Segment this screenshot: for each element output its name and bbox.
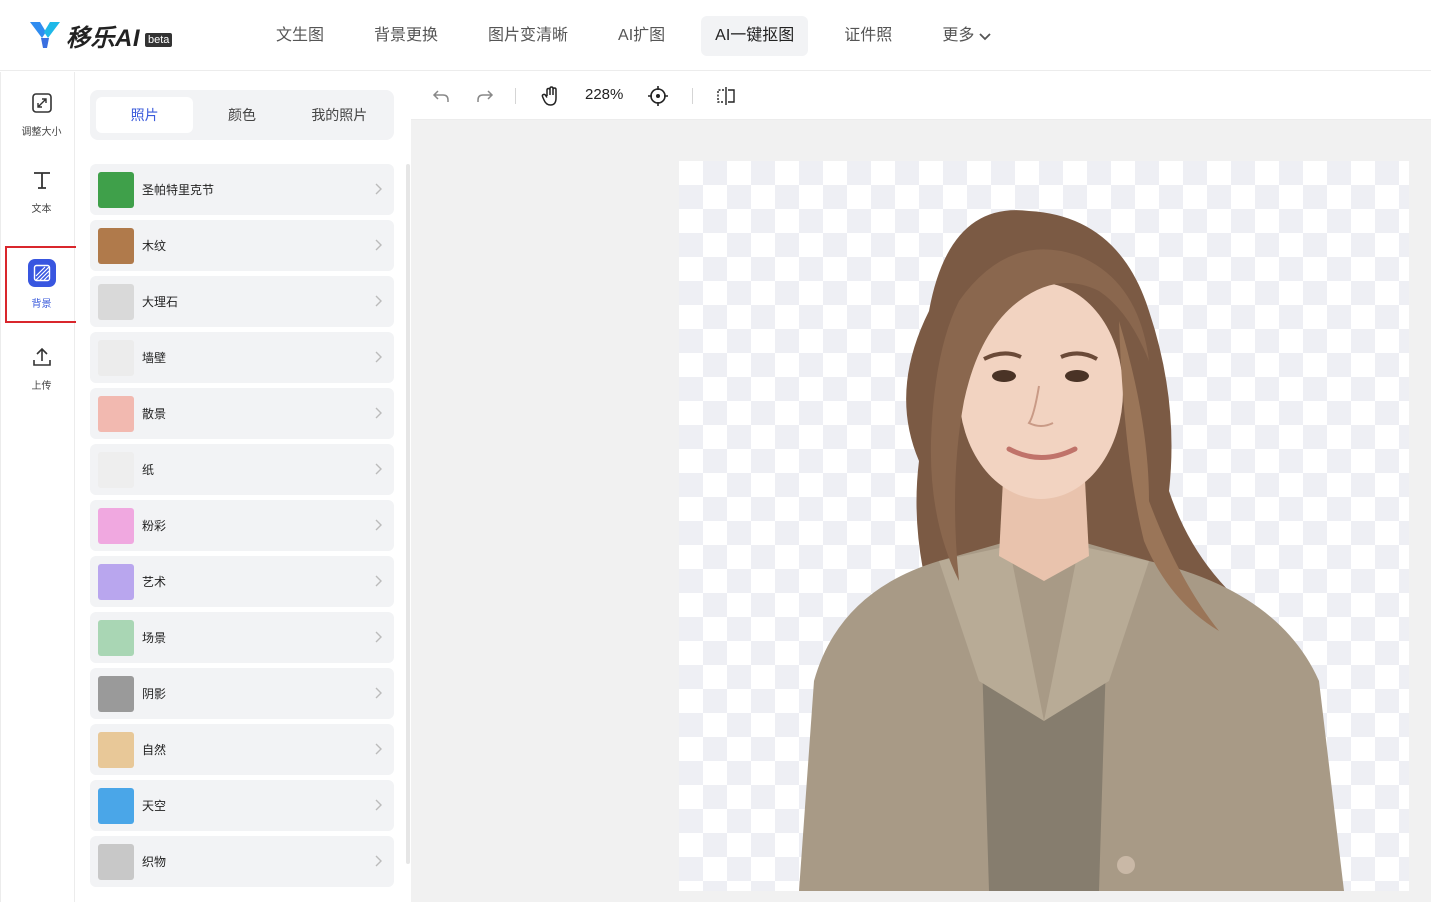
nav-ai-cutout[interactable]: AI一键抠图 xyxy=(701,16,809,56)
background-icon xyxy=(27,259,56,287)
logo-text: 移乐AI xyxy=(66,24,140,52)
category-item[interactable]: 散景 xyxy=(90,388,394,439)
tab-my-photos[interactable]: 我的照片 xyxy=(291,97,388,133)
tool-upload-label: 上传 xyxy=(31,381,52,392)
category-item[interactable]: 阴影 xyxy=(90,668,394,719)
panel-tabs: 照片 颜色 我的照片 xyxy=(90,90,394,140)
category-label: 墙壁 xyxy=(142,351,167,365)
chevron-right-icon xyxy=(375,407,382,419)
category-item[interactable]: 木纹 xyxy=(90,220,394,271)
nav-ai-expand[interactable]: AI扩图 xyxy=(604,16,679,56)
chevron-right-icon xyxy=(375,183,382,195)
category-thumbnail xyxy=(98,563,134,600)
category-label: 纸 xyxy=(142,463,155,477)
background-panel: 照片 颜色 我的照片 圣帕特里克节 木纹大理石墙壁散景纸粉彩艺术场景阴影自然天空织… xyxy=(76,72,410,902)
flip-icon[interactable] xyxy=(714,84,738,108)
category-item[interactable]: 纸 xyxy=(90,444,394,495)
category-item[interactable]: 艺术 xyxy=(90,556,394,607)
category-thumbnail xyxy=(98,787,134,824)
chevron-right-icon xyxy=(375,239,382,251)
category-label: 圣帕特里克节 xyxy=(142,183,215,197)
top-header: 移乐AI beta 文生图 背景更换 图片变清晰 AI扩图 AI一键抠图 证件照… xyxy=(0,0,1431,71)
beta-badge: beta xyxy=(145,33,173,47)
nav-more-label: 更多 xyxy=(942,27,975,44)
tab-photos[interactable]: 照片 xyxy=(96,97,194,133)
category-label: 大理石 xyxy=(142,295,179,309)
nav-image-enhance[interactable]: 图片变清晰 xyxy=(474,16,582,56)
cutout-portrait xyxy=(799,210,1344,891)
resize-icon xyxy=(30,91,54,115)
hand-icon[interactable] xyxy=(539,84,563,108)
transparent-canvas[interactable] xyxy=(679,161,1409,891)
nav-more[interactable]: 更多 xyxy=(928,16,1006,56)
upload-icon xyxy=(30,345,54,369)
category-label: 粉彩 xyxy=(142,519,167,533)
canvas-area: 228% xyxy=(411,72,1431,902)
category-label: 自然 xyxy=(142,743,167,757)
app-logo[interactable]: 移乐AI beta xyxy=(28,18,173,52)
tool-background-label: 背景 xyxy=(31,299,52,310)
category-thumbnail xyxy=(98,227,134,264)
category-thumbnail xyxy=(98,675,134,712)
chevron-down-icon xyxy=(979,33,991,41)
category-item[interactable]: 粉彩 xyxy=(90,500,394,551)
category-label: 艺术 xyxy=(142,575,167,589)
category-item[interactable]: 织物 xyxy=(90,836,394,887)
category-list: 圣帕特里克节 木纹大理石墙壁散景纸粉彩艺术场景阴影自然天空织物 xyxy=(90,164,394,892)
chevron-right-icon xyxy=(375,631,382,643)
tool-text-label: 文本 xyxy=(31,204,52,215)
tab-colors[interactable]: 颜色 xyxy=(193,97,290,133)
category-label: 阴影 xyxy=(142,687,167,701)
category-thumbnail xyxy=(98,619,134,656)
category-item[interactable]: 大理石 xyxy=(90,276,394,327)
chevron-right-icon xyxy=(375,799,382,811)
chevron-right-icon xyxy=(375,687,382,699)
canvas-toolbar: 228% xyxy=(411,72,1431,120)
tool-background[interactable]: 背景 xyxy=(5,246,78,323)
zoom-level[interactable]: 228% xyxy=(585,86,623,103)
category-label: 织物 xyxy=(142,855,167,869)
category-thumbnail xyxy=(98,731,134,768)
chevron-right-icon xyxy=(375,743,382,755)
category-item[interactable]: 墙壁 xyxy=(90,332,394,383)
nav-background-replace[interactable]: 背景更换 xyxy=(360,16,452,56)
category-item[interactable]: 场景 xyxy=(90,612,394,663)
category-thumbnail xyxy=(98,507,134,544)
chevron-right-icon xyxy=(375,575,382,587)
text-icon xyxy=(30,168,54,192)
category-item[interactable]: 自然 xyxy=(90,724,394,775)
chevron-right-icon xyxy=(375,295,382,307)
category-thumbnail xyxy=(98,283,134,320)
category-thumbnail xyxy=(98,843,134,880)
category-label: 散景 xyxy=(142,407,167,421)
category-item[interactable]: 天空 xyxy=(90,780,394,831)
left-toolbar: 调整大小 文本 背景 上传 xyxy=(0,72,78,902)
category-label: 天空 xyxy=(142,799,167,813)
category-label: 木纹 xyxy=(142,239,167,253)
undo-icon[interactable] xyxy=(429,84,453,108)
category-thumbnail xyxy=(98,451,134,488)
tool-resize[interactable]: 调整大小 xyxy=(5,76,78,153)
category-label: 场景 xyxy=(142,631,167,645)
category-thumbnail xyxy=(98,339,134,376)
chevron-right-icon xyxy=(375,519,382,531)
logo-icon xyxy=(30,22,60,48)
main-nav: 文生图 背景更换 图片变清晰 AI扩图 AI一键抠图 证件照 更多 xyxy=(262,16,1028,56)
category-thumbnail xyxy=(98,171,134,208)
nav-text-to-image[interactable]: 文生图 xyxy=(262,16,338,56)
chevron-right-icon xyxy=(375,351,382,363)
toolbar-divider xyxy=(692,88,693,104)
crosshair-icon[interactable] xyxy=(646,84,670,108)
tool-text[interactable]: 文本 xyxy=(5,153,78,230)
redo-icon[interactable] xyxy=(473,84,497,108)
chevron-right-icon xyxy=(375,855,382,867)
panel-scrollbar[interactable] xyxy=(406,164,410,864)
tool-upload[interactable]: 上传 xyxy=(5,330,78,407)
category-item[interactable]: 圣帕特里克节 xyxy=(90,164,394,215)
nav-id-photo[interactable]: 证件照 xyxy=(830,16,906,56)
chevron-right-icon xyxy=(375,463,382,475)
toolbar-divider xyxy=(515,88,516,104)
tool-resize-label: 调整大小 xyxy=(21,127,62,138)
category-thumbnail xyxy=(98,395,134,432)
